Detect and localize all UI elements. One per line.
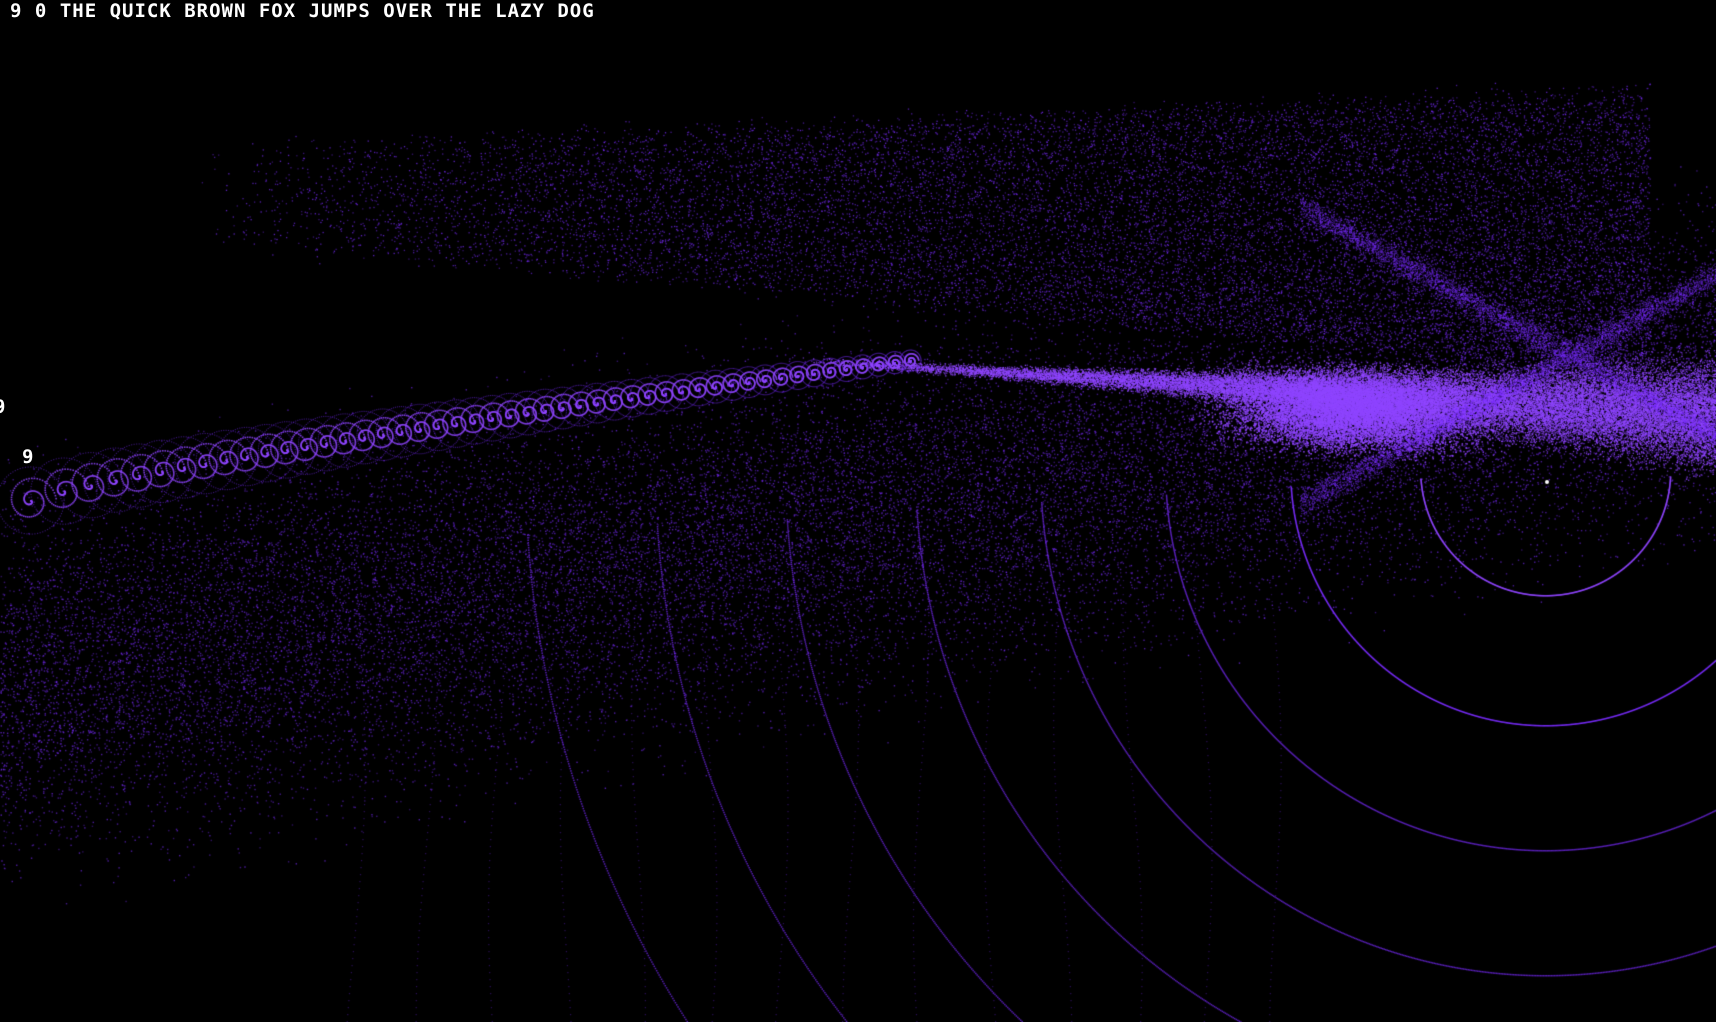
hud-status-line: 9 0 THE QUICK BROWN FOX JUMPS OVER THE L… xyxy=(10,0,595,22)
particle-canvas-view[interactable]: 9 0 THE QUICK BROWN FOX JUMPS OVER THE L… xyxy=(0,0,1716,1022)
hud-counter-a: 9 xyxy=(10,0,23,22)
particle-swarm-canvas[interactable] xyxy=(0,0,1716,1022)
trail-label-upper: 9 xyxy=(0,396,6,418)
hud-counter-b: 0 xyxy=(34,0,48,22)
trail-label-lower: 9 xyxy=(22,446,35,468)
hud-message: THE QUICK BROWN FOX JUMPS OVER THE LAZY … xyxy=(59,0,595,22)
